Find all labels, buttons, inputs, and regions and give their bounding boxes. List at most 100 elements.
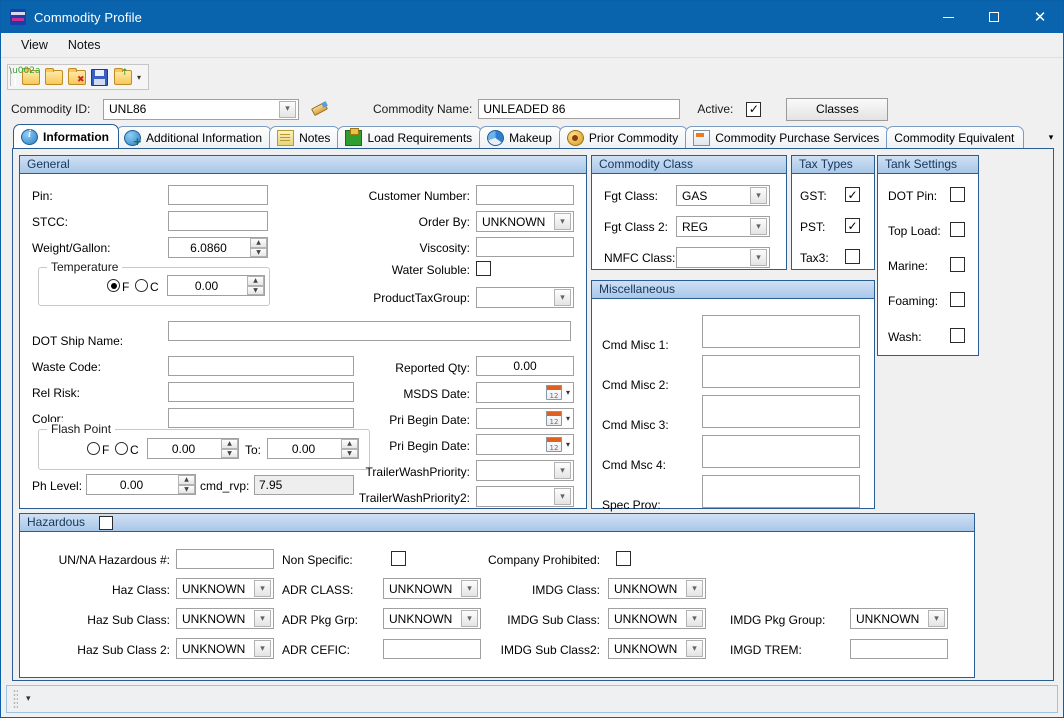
- save-icon: [91, 69, 108, 86]
- unna-hazardous-input[interactable]: [176, 549, 274, 569]
- order-by-combo[interactable]: UNKNOWN ▾: [476, 211, 574, 232]
- menu-item-view[interactable]: View: [11, 35, 58, 55]
- haz-sub-class-combo[interactable]: UNKNOWN ▾: [176, 608, 274, 629]
- weight-per-gallon-stepper[interactable]: 6.0860 ▲ ▼: [168, 237, 268, 258]
- stepper-down-icon[interactable]: ▼: [247, 286, 264, 296]
- status-dropdown-icon[interactable]: ▾: [26, 694, 31, 704]
- maximize-button[interactable]: [971, 1, 1017, 33]
- dot-pin-checkbox[interactable]: [950, 187, 965, 202]
- stcc-input[interactable]: [168, 211, 268, 231]
- flash-point-f-radio[interactable]: [87, 442, 100, 455]
- stepper-up-icon[interactable]: ▲: [221, 439, 238, 449]
- tax-types-group-body: GST: ✓ PST: ✓ Tax3:: [792, 174, 874, 268]
- toolbar-overflow-icon[interactable]: ▾: [134, 73, 146, 82]
- pri-begin-date-picker[interactable]: ▾: [476, 408, 574, 429]
- ph-level-label: Ph Level:: [32, 479, 82, 493]
- stepper-down-icon[interactable]: ▼: [221, 449, 238, 459]
- export-button[interactable]: ↑: [111, 66, 134, 88]
- wash-checkbox[interactable]: [950, 328, 965, 343]
- fgt-class2-combo[interactable]: REG ▾: [676, 216, 770, 237]
- tax3-checkbox[interactable]: [845, 249, 860, 264]
- temperature-f-radio[interactable]: [107, 279, 120, 292]
- commodity-class-group-title: Commodity Class: [592, 156, 786, 174]
- stepper-up-icon[interactable]: ▲: [178, 475, 195, 485]
- stepper-up-icon[interactable]: ▲: [250, 238, 267, 248]
- hazardous-group: Hazardous UN/NA Hazardous #: Haz Class: …: [19, 513, 975, 678]
- fgt-class2-label: Fgt Class 2:: [604, 220, 668, 234]
- wash-label: Wash:: [888, 330, 922, 344]
- imdg-sub-class-combo[interactable]: UNKNOWN ▾: [608, 608, 706, 629]
- reported-qty-input[interactable]: 0.00: [476, 356, 574, 376]
- trailer-wash-priority2-combo[interactable]: ▾: [476, 486, 574, 507]
- flash-point-from-stepper[interactable]: 0.00 ▲ ▼: [147, 438, 239, 459]
- tab-commodity-purchase-services[interactable]: Commodity Purchase Services: [685, 126, 889, 148]
- tab-overflow-icon[interactable]: ▾: [1042, 128, 1060, 148]
- gst-checkbox[interactable]: ✓: [845, 187, 860, 202]
- stepper-buttons[interactable]: ▲ ▼: [221, 439, 238, 458]
- foaming-checkbox[interactable]: [950, 292, 965, 307]
- hazardous-enable-checkbox[interactable]: [99, 516, 113, 530]
- marine-checkbox[interactable]: [950, 257, 965, 272]
- pin-input[interactable]: [168, 185, 268, 205]
- calendar-icon: [546, 411, 562, 426]
- company-prohibited-checkbox[interactable]: [616, 551, 631, 566]
- haz-class-combo[interactable]: UNKNOWN ▾: [176, 578, 274, 599]
- imdg-sub-class2-combo[interactable]: UNKNOWN ▾: [608, 638, 706, 659]
- spec-prov-input[interactable]: [702, 475, 860, 508]
- temperature-c-radio[interactable]: [135, 279, 148, 292]
- delete-button[interactable]: ✖: [65, 66, 88, 88]
- imdg-pkg-group-combo[interactable]: UNKNOWN ▾: [850, 608, 948, 629]
- customer-number-input[interactable]: [476, 185, 574, 205]
- pri-begin-date2-picker[interactable]: ▾: [476, 434, 574, 455]
- new-button[interactable]: \u002a: [19, 66, 42, 88]
- commodity-name-input[interactable]: UNLEADED 86: [478, 99, 680, 119]
- active-checkbox[interactable]: ✓: [746, 102, 761, 117]
- cmd-misc1-input[interactable]: [702, 315, 860, 348]
- close-button[interactable]: ✕: [1017, 1, 1063, 33]
- classes-button[interactable]: Classes: [786, 98, 888, 121]
- save-button[interactable]: [88, 66, 111, 88]
- stepper-down-icon[interactable]: ▼: [250, 248, 267, 258]
- stepper-buttons[interactable]: ▲ ▼: [247, 276, 264, 295]
- tab-notes[interactable]: Notes: [269, 126, 340, 148]
- water-soluble-checkbox[interactable]: [476, 261, 491, 276]
- menu-item-notes[interactable]: Notes: [58, 35, 111, 55]
- stepper-up-icon[interactable]: ▲: [247, 276, 264, 286]
- stepper-buttons[interactable]: ▲ ▼: [250, 238, 267, 257]
- imgd-trem-input[interactable]: [850, 639, 948, 659]
- fgt-class-combo[interactable]: GAS ▾: [676, 185, 770, 206]
- commodity-id-combo[interactable]: UNL86 ▾: [103, 99, 299, 120]
- top-load-checkbox[interactable]: [950, 222, 965, 237]
- tab-additional-information[interactable]: Additional Information: [116, 126, 272, 148]
- tab-prior-commodity[interactable]: Prior Commodity: [559, 126, 688, 148]
- pst-checkbox[interactable]: ✓: [845, 218, 860, 233]
- tab-label: Makeup: [509, 131, 552, 145]
- non-specific-checkbox[interactable]: [391, 551, 406, 566]
- window-controls: ✕: [925, 1, 1063, 33]
- pencil-icon[interactable]: [309, 101, 329, 117]
- stepper-buttons[interactable]: ▲ ▼: [178, 475, 195, 494]
- haz-sub-class2-combo[interactable]: UNKNOWN ▾: [176, 638, 274, 659]
- nmfc-class-combo[interactable]: ▾: [676, 247, 770, 268]
- tab-commodity-equivalent[interactable]: Commodity Equivalent: [886, 126, 1024, 148]
- dot-ship-name-input[interactable]: [168, 321, 571, 341]
- product-tax-group-combo[interactable]: ▾: [476, 287, 574, 308]
- stepper-down-icon[interactable]: ▼: [178, 485, 195, 495]
- temperature-stepper[interactable]: 0.00 ▲ ▼: [167, 275, 265, 296]
- tab-load-requirements[interactable]: Load Requirements: [337, 126, 482, 148]
- msds-date-picker[interactable]: ▾: [476, 382, 574, 403]
- viscosity-input[interactable]: [476, 237, 574, 257]
- ph-level-stepper[interactable]: 0.00 ▲ ▼: [86, 474, 196, 495]
- flash-point-c-radio[interactable]: [115, 442, 128, 455]
- temperature-fieldset: Temperature F C 0.00 ▲ ▼: [38, 267, 270, 306]
- imdg-class-combo[interactable]: UNKNOWN ▾: [608, 578, 706, 599]
- cmd-misc3-input[interactable]: [702, 395, 860, 428]
- cmd-misc2-input[interactable]: [702, 355, 860, 388]
- export-icon: ↑: [114, 70, 132, 85]
- minimize-button[interactable]: [925, 1, 971, 33]
- open-button[interactable]: [42, 66, 65, 88]
- tab-information[interactable]: Information: [13, 124, 119, 148]
- cmd-misc4-input[interactable]: [702, 435, 860, 468]
- trailer-wash-priority-combo[interactable]: ▾: [476, 460, 574, 481]
- tab-makeup[interactable]: Makeup: [479, 126, 562, 148]
